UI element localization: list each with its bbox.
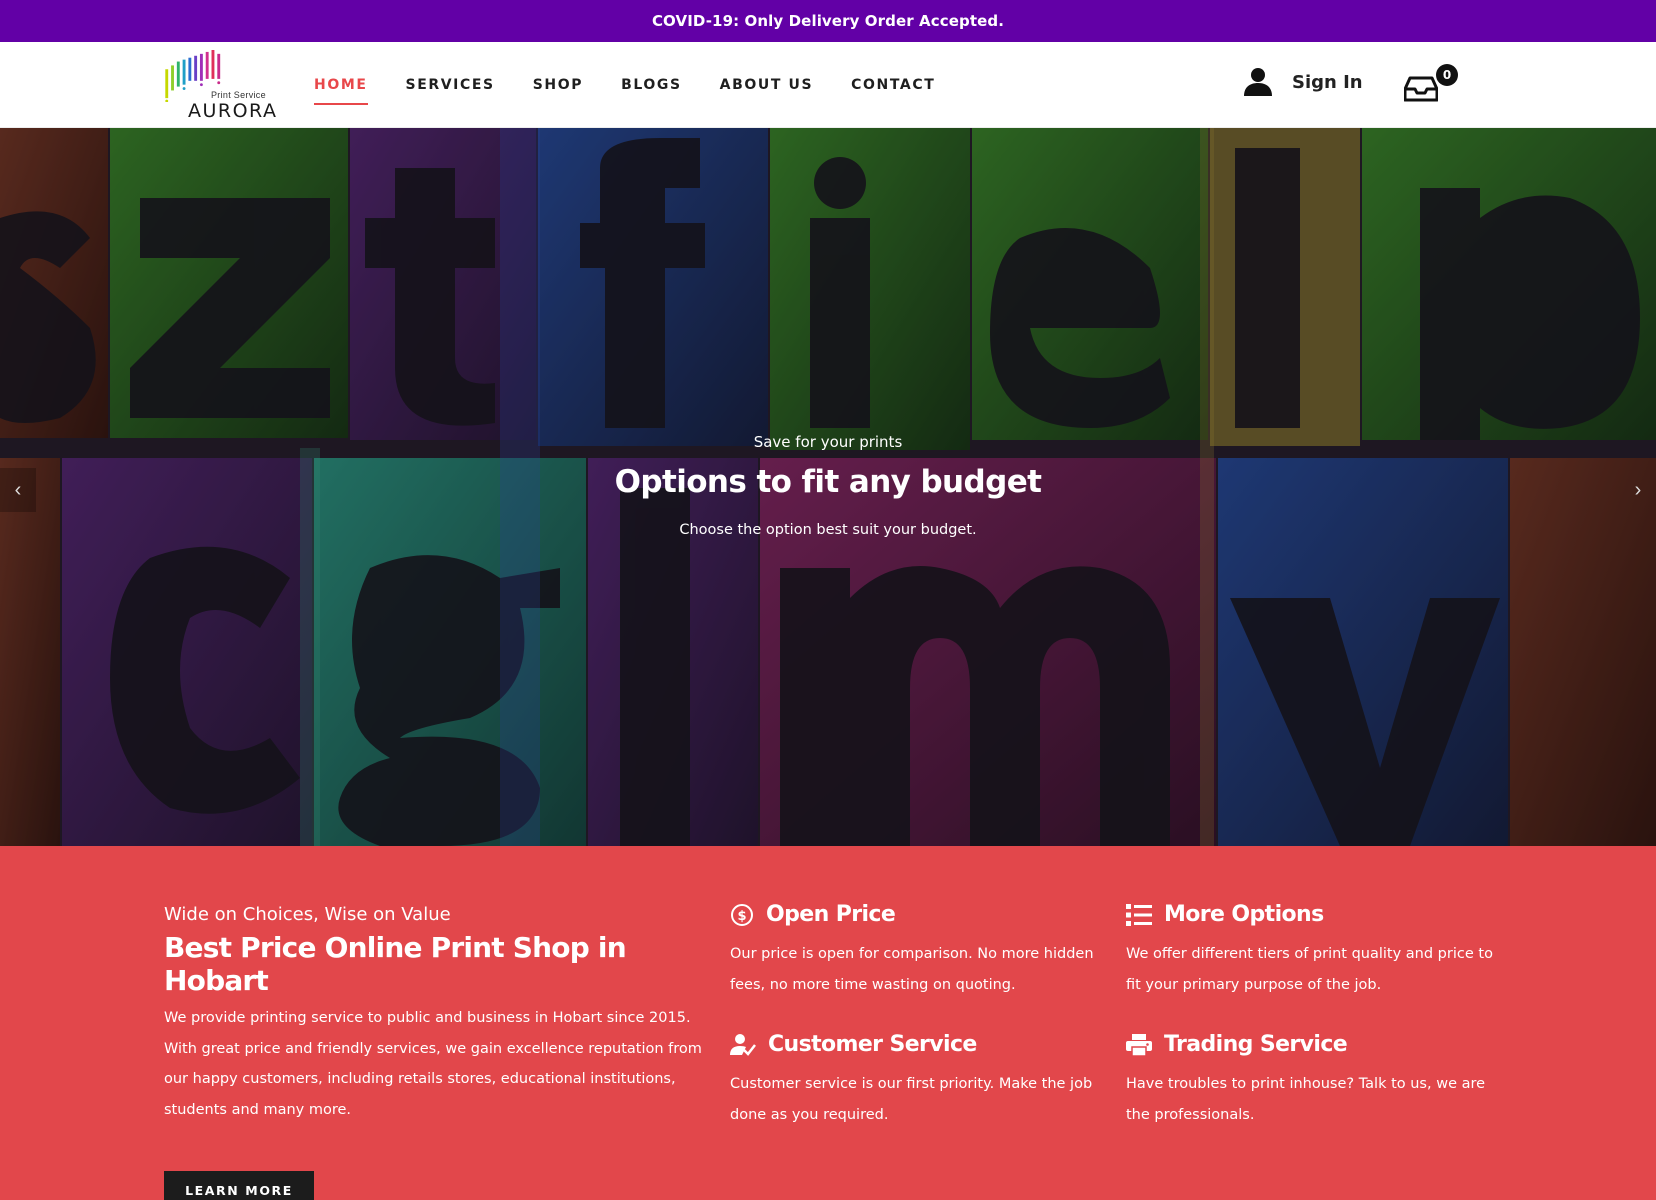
logo-title: AURORA (188, 100, 278, 122)
hero-slider: ‹ › Save for your prints Options to fit … (0, 128, 1656, 846)
svg-text:$: $ (737, 909, 746, 924)
list-icon (1126, 903, 1152, 926)
covid-notice-text: COVID-19: Only Delivery Order Accepted. (651, 12, 1005, 30)
cart-tray-icon (1404, 76, 1438, 102)
nav-item-services[interactable]: SERVICES (406, 71, 495, 99)
feature-description: Have troubles to print inhouse? Talk to … (1126, 1076, 1486, 1123)
nav-item-about-us[interactable]: ABOUT US (720, 71, 813, 99)
hero-title: Options to fit any budget (614, 464, 1042, 500)
feature-customer-service: Customer Service Customer service is our… (730, 1032, 1100, 1130)
user-icon (1244, 68, 1272, 96)
nav-item-blogs[interactable]: BLOGS (621, 71, 682, 99)
sign-in-label: Sign In (1292, 71, 1363, 93)
hero-kicker: Save for your prints (753, 433, 903, 451)
features-section: Wide on Choices, Wise on Value Best Pric… (0, 846, 1656, 1200)
dollar-circle-icon: $ (731, 903, 753, 926)
nav-item-contact[interactable]: CONTACT (851, 71, 935, 99)
learn-more-button[interactable]: LEARN MORE (164, 1171, 314, 1200)
sign-in-link[interactable]: Sign In (1242, 66, 1363, 98)
hero-subtitle: Choose the option best suit your budget. (679, 522, 977, 538)
feature-title: Open Price (766, 902, 896, 927)
printer-icon (1126, 1033, 1152, 1057)
intro-title: Best Price Online Print Shop in Hobart (164, 931, 627, 997)
features-intro: Wide on Choices, Wise on Value Best Pric… (164, 904, 704, 1200)
feature-title: Trading Service (1164, 1032, 1348, 1057)
logo-subtitle: Print Service (211, 90, 266, 100)
covid-notice-bar: COVID-19: Only Delivery Order Accepted. (0, 0, 1656, 42)
user-check-icon (730, 1033, 756, 1056)
feature-description: Our price is open for comparison. No mor… (730, 946, 1094, 993)
intro-description: We provide printing service to public an… (164, 1010, 702, 1118)
cart-button[interactable]: 0 (1404, 64, 1458, 108)
feature-description: We offer different tiers of print qualit… (1126, 946, 1493, 993)
feature-trading-service: Trading Service Have troubles to print i… (1126, 1032, 1496, 1130)
nav-item-home[interactable]: HOME (314, 71, 368, 105)
main-nav: HOME SERVICES SHOP BLOGS ABOUT US CONTAC… (314, 42, 973, 128)
nav-item-shop[interactable]: SHOP (533, 71, 583, 99)
site-logo[interactable]: Print Service AURORA (164, 50, 279, 122)
feature-description: Customer service is our first priority. … (730, 1076, 1093, 1123)
feature-title: More Options (1164, 902, 1324, 927)
feature-more-options: More Options We offer different tiers of… (1126, 902, 1496, 1000)
intro-kicker: Wide on Choices, Wise on Value (164, 904, 451, 925)
cart-count-badge: 0 (1436, 64, 1458, 86)
feature-title: Customer Service (768, 1032, 977, 1057)
feature-open-price: $ Open Price Our price is open for compa… (730, 902, 1100, 1000)
site-header: Print Service AURORA HOME SERVICES SHOP … (0, 42, 1656, 128)
